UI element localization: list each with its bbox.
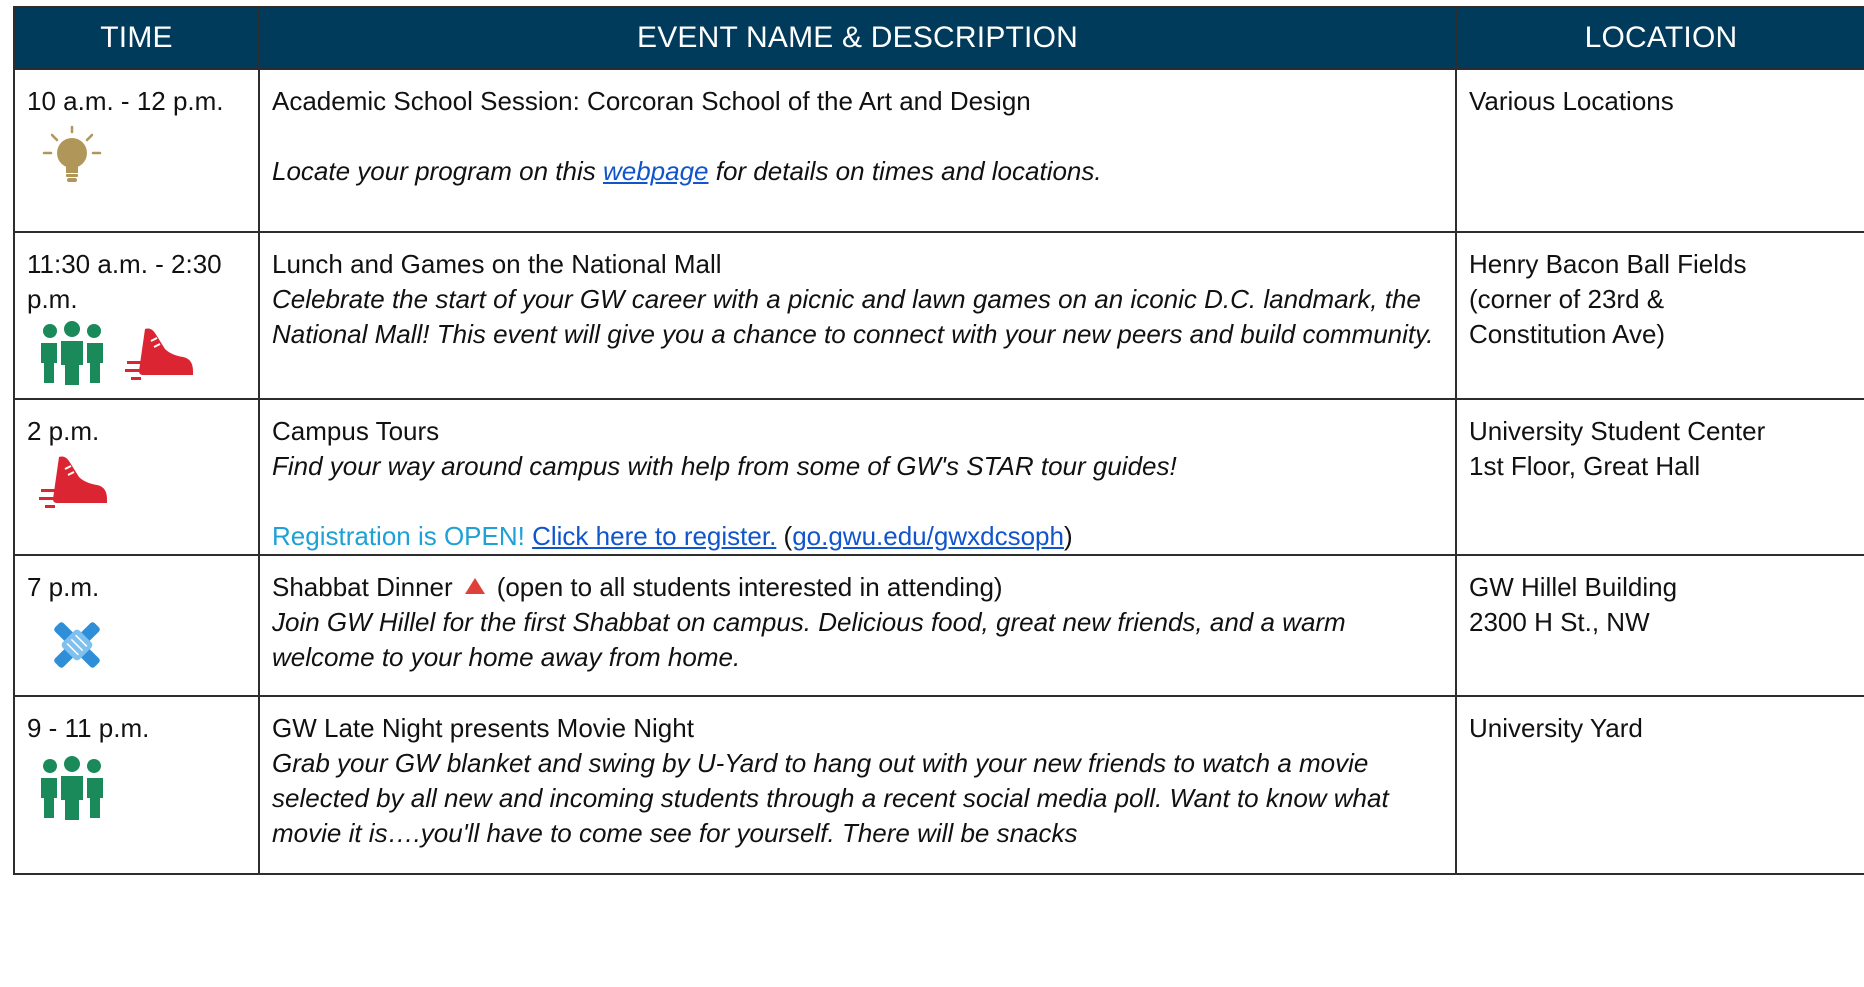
icon-group — [27, 453, 246, 509]
time-text: 10 a.m. - 12 p.m. — [27, 86, 224, 116]
location-text: Various Locations — [1469, 86, 1674, 116]
event-title: GW Late Night presents Movie Night — [272, 713, 694, 743]
time-text: 11:30 a.m. - 2:30 p.m. — [27, 249, 222, 314]
time-cell: 10 a.m. - 12 p.m. — [13, 68, 260, 233]
event-title: Lunch and Games on the National Mall — [272, 249, 722, 279]
group-people-icon — [37, 321, 107, 385]
group-people-icon — [37, 756, 107, 820]
location-line-1: GW Hillel Building — [1469, 572, 1678, 602]
header-time: TIME — [13, 6, 260, 70]
registration-line: Registration is OPEN! Click here to regi… — [272, 521, 1073, 551]
event-description: Grab your GW blanket and swing by U-Yard… — [272, 748, 1389, 848]
table-row: 11:30 a.m. - 2:30 p.m. Lunch and Games o… — [13, 231, 1864, 400]
icon-group — [27, 756, 246, 820]
time-cell: 9 - 11 p.m. — [13, 695, 260, 875]
location-cell: University Student Center 1st Floor, Gre… — [1455, 398, 1864, 556]
event-title: Academic School Session: Corcoran School… — [272, 86, 1031, 116]
icon-group — [27, 321, 246, 385]
location-cell: Various Locations — [1455, 68, 1864, 233]
event-cell: Lunch and Games on the National Mall Cel… — [258, 231, 1457, 400]
location-line-2: 2300 H St., NW — [1469, 607, 1650, 637]
running-shoe-icon — [37, 453, 109, 509]
registration-open-text: Registration is OPEN! — [272, 521, 533, 551]
table-header-row: TIME EVENT NAME & DESCRIPTION LOCATION — [13, 6, 1864, 70]
registration-url-link[interactable]: go.gwu.edu/gwxdcsoph — [792, 521, 1064, 551]
time-cell: 2 p.m. — [13, 398, 260, 556]
icon-group — [27, 613, 246, 677]
location-line-2: 1st Floor, Great Hall — [1469, 451, 1701, 481]
schedule-table: TIME EVENT NAME & DESCRIPTION LOCATION 1… — [13, 6, 1864, 875]
time-text: 9 - 11 p.m. — [27, 713, 150, 743]
webpage-link[interactable]: webpage — [603, 156, 709, 186]
location-cell: Henry Bacon Ball Fields (corner of 23rd … — [1455, 231, 1864, 400]
event-cell: Academic School Session: Corcoran School… — [258, 68, 1457, 233]
event-description: Locate your program on this webpage for … — [272, 156, 1102, 186]
header-event: EVENT NAME & DESCRIPTION — [258, 6, 1457, 70]
time-cell: 11:30 a.m. - 2:30 p.m. — [13, 231, 260, 400]
event-title: Campus Tours — [272, 416, 440, 446]
event-cell: Campus Tours Find your way around campus… — [258, 398, 1457, 556]
table-row: 10 a.m. - 12 p.m. Academic School Sessio… — [13, 68, 1864, 233]
event-cell: GW Late Night presents Movie Night Grab … — [258, 695, 1457, 875]
event-title: Shabbat Dinner (open to all students inte… — [272, 572, 1003, 602]
header-location: LOCATION — [1455, 6, 1864, 70]
location-text: Henry Bacon Ball Fields (corner of 23rd … — [1469, 249, 1747, 349]
time-text: 7 p.m. — [27, 572, 100, 602]
icon-group — [27, 125, 246, 187]
event-description: Find your way around campus with help fr… — [272, 451, 1177, 481]
table-row: 9 - 11 p.m. GW Late Night presents Movie… — [13, 695, 1864, 875]
location-cell: University Yard — [1455, 695, 1864, 875]
time-text: 2 p.m. — [27, 416, 100, 446]
lightbulb-icon — [41, 125, 103, 187]
location-text: University Yard — [1469, 713, 1643, 743]
time-cell: 7 p.m. — [13, 554, 260, 697]
event-description: Celebrate the start of your GW career wi… — [272, 284, 1434, 349]
location-cell: GW Hillel Building 2300 H St., NW — [1455, 554, 1864, 697]
hands-together-icon — [45, 613, 109, 677]
table-row: 2 p.m. Campus Tours Find your way around… — [13, 398, 1864, 556]
event-cell: Shabbat Dinner (open to all students inte… — [258, 554, 1457, 697]
triangle-marker-icon — [464, 578, 485, 594]
location-line-1: University Student Center — [1469, 416, 1766, 446]
register-link[interactable]: Click here to register. — [532, 521, 776, 551]
event-description: Join GW Hillel for the first Shabbat on … — [272, 607, 1346, 672]
table-row: 7 p.m. Shabbat Dinner (open to all stude… — [13, 554, 1864, 697]
running-shoe-icon — [123, 325, 195, 381]
